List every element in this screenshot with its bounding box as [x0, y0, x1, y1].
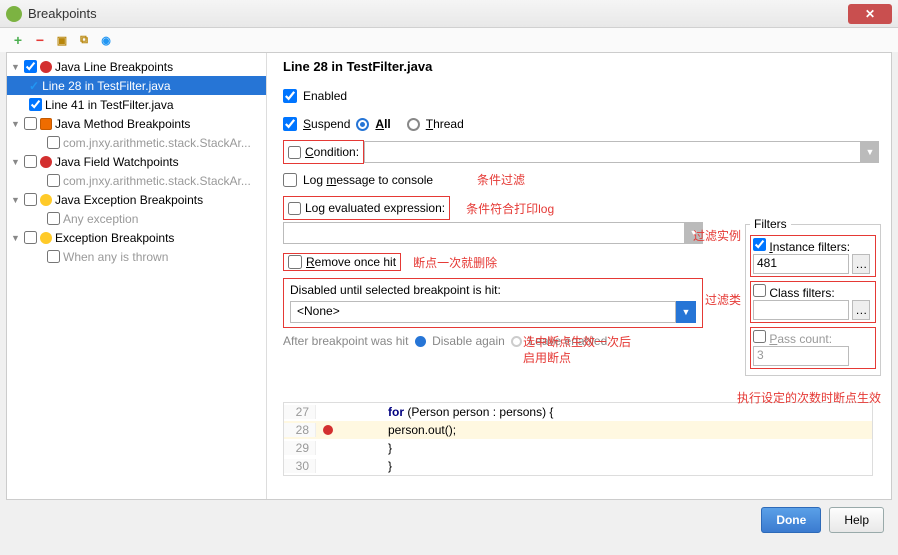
logeval-label: Log evaluated expression:: [305, 201, 445, 215]
done-button[interactable]: Done: [761, 507, 821, 533]
exception-icon: [40, 232, 52, 244]
bp-check[interactable]: [47, 212, 60, 225]
annotation-remove: 断点一次就删除: [413, 254, 497, 271]
annotation-pass: 执行设定的次数时断点生效: [737, 389, 881, 406]
radio-all[interactable]: [356, 118, 369, 131]
annotation-instance: 过滤实例: [693, 227, 741, 244]
bp-field1[interactable]: com.jnxy.arithmetic.stack.StackAr...: [7, 171, 266, 190]
help-button[interactable]: Help: [829, 507, 884, 533]
annotation-sel1: 选中断点生效一次后: [523, 333, 631, 350]
bp-method1[interactable]: com.jnxy.arithmetic.stack.StackAr...: [7, 133, 266, 152]
detail-panel: Line 28 in TestFilter.java Enabled Suspe…: [267, 53, 891, 499]
line-num: 29: [284, 441, 316, 455]
condition-check[interactable]: [288, 146, 301, 159]
annotation-logeval: 条件符合打印log: [466, 200, 554, 217]
method-bp-icon: [40, 118, 52, 130]
instance-label: Instance filters:: [769, 240, 850, 254]
exception-icon: [40, 194, 52, 206]
condition-label: Condition:: [305, 145, 359, 159]
radio-leave-enabled[interactable]: [511, 336, 522, 347]
code-preview: 27for (Person person : persons) { 28 per…: [283, 402, 873, 476]
condition-dropdown[interactable]: ▼: [861, 141, 879, 163]
bp-any-exc[interactable]: Any exception: [7, 209, 266, 228]
pass-check[interactable]: [753, 330, 766, 343]
filters-fieldset: Filters Instance filters: 481 … Class fi…: [745, 217, 881, 376]
pass-label: Pass count:: [769, 332, 832, 346]
close-button[interactable]: ✕: [848, 4, 892, 24]
remove-icon[interactable]: −: [32, 32, 48, 48]
view-icon[interactable]: ◉: [98, 32, 114, 48]
condition-input[interactable]: [364, 141, 861, 163]
group-check[interactable]: [24, 193, 37, 206]
thread-label: Thread: [426, 117, 464, 131]
group-field-watchpoints[interactable]: ▼Java Field Watchpoints: [7, 152, 266, 171]
bp-check[interactable]: [47, 136, 60, 149]
disabled-until-dropdown[interactable]: ▼: [676, 301, 696, 323]
disabled-until-box: Disabled until selected breakpoint is hi…: [283, 278, 703, 328]
bp-line28[interactable]: ✓Line 28 in TestFilter.java: [7, 76, 266, 95]
annotation-cond: 条件过滤: [477, 171, 525, 188]
suspend-label: Suspend: [303, 117, 350, 131]
breakpoint-dot[interactable]: [323, 425, 333, 435]
bp-check[interactable]: [47, 250, 60, 263]
breakpoint-icon: [40, 61, 52, 73]
line-num: 27: [284, 405, 316, 419]
logmsg-label: Log message to console: [303, 173, 433, 187]
instance-browse[interactable]: …: [852, 254, 870, 274]
enabled-check[interactable]: [283, 89, 297, 103]
logeval-check[interactable]: [288, 202, 301, 215]
disabled-until-select[interactable]: <None>: [290, 301, 676, 323]
group-check[interactable]: [24, 155, 37, 168]
remove-label: Remove once hit: [306, 255, 396, 269]
suspend-check[interactable]: [283, 117, 297, 131]
pass-input[interactable]: 3: [753, 346, 849, 366]
logmsg-check[interactable]: [283, 173, 297, 187]
filters-legend: Filters: [750, 217, 791, 231]
class-check[interactable]: [753, 284, 766, 297]
bp-check[interactable]: [47, 174, 60, 187]
line-num: 28: [284, 423, 316, 437]
watchpoint-icon: [40, 156, 52, 168]
radio-thread[interactable]: [407, 118, 420, 131]
class-browse[interactable]: …: [852, 300, 870, 320]
bp-check[interactable]: [29, 98, 42, 111]
logeval-input[interactable]: [283, 222, 685, 244]
toolbar: + − ▣ ⧉ ◉: [0, 28, 898, 52]
group-method-breakpoints[interactable]: ▼Java Method Breakpoints: [7, 114, 266, 133]
group-line-breakpoints[interactable]: ▼Java Line Breakpoints: [7, 57, 266, 76]
line-num: 30: [284, 459, 316, 473]
bp-when-thrown[interactable]: When any is thrown: [7, 247, 266, 266]
instance-check[interactable]: [753, 238, 766, 251]
group-check[interactable]: [24, 231, 37, 244]
all-label: All: [375, 117, 390, 131]
remove-check[interactable]: [288, 255, 302, 269]
annotation-sel2: 启用断点: [523, 349, 571, 366]
bp-line41[interactable]: Line 41 in TestFilter.java: [7, 95, 266, 114]
group-plain-exception[interactable]: ▼Exception Breakpoints: [7, 228, 266, 247]
app-icon: [6, 6, 22, 22]
group-exception-breakpoints[interactable]: ▼Java Exception Breakpoints: [7, 190, 266, 209]
add-icon[interactable]: +: [10, 32, 26, 48]
class-label: Class filters:: [769, 286, 834, 300]
disabled-until-label: Disabled until selected breakpoint is hi…: [290, 283, 501, 297]
group-check[interactable]: [24, 117, 37, 130]
class-input[interactable]: [753, 300, 849, 320]
radio-disable-again[interactable]: [415, 336, 426, 347]
copy-icon[interactable]: ⧉: [76, 32, 92, 48]
window-title: Breakpoints: [28, 6, 848, 21]
group-icon[interactable]: ▣: [54, 32, 70, 48]
instance-input[interactable]: 481: [753, 254, 849, 274]
enabled-label: Enabled: [303, 89, 347, 103]
detail-header: Line 28 in TestFilter.java: [283, 59, 879, 74]
group-check[interactable]: [24, 60, 37, 73]
annotation-class: 过滤类: [705, 291, 741, 308]
breakpoint-tree: ▼Java Line Breakpoints ✓Line 28 in TestF…: [7, 53, 267, 499]
